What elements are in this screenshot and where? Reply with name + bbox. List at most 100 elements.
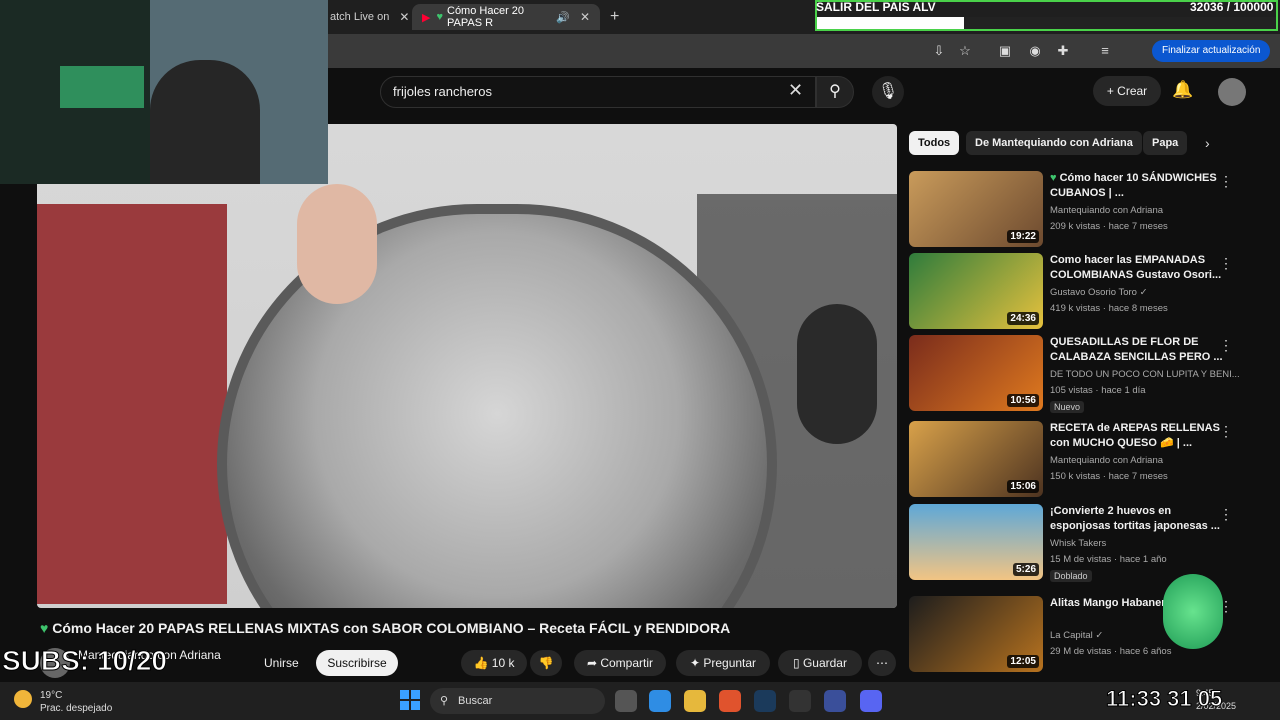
video-meat-tray	[37, 204, 227, 604]
install-app-icon[interactable]: ⇩	[930, 42, 948, 60]
extension-icon[interactable]: ▣	[996, 42, 1014, 60]
taskbar-search-label: Buscar	[458, 695, 493, 707]
duration-badge: 5:26	[1012, 563, 1039, 576]
puzzle-icon[interactable]: ✚	[1054, 42, 1072, 60]
video-finger	[297, 184, 377, 304]
kebab-menu-icon[interactable]: ⋮	[1219, 337, 1233, 354]
recommendation-meta: 105 vistas · hace 1 día	[1050, 385, 1146, 396]
speaker-icon[interactable]: 🔊	[556, 11, 570, 24]
share-icon: ➦	[586, 656, 601, 670]
kebab-menu-icon[interactable]: ⋮	[1219, 423, 1233, 440]
duration-badge: 19:22	[1007, 230, 1039, 243]
recommendation-item[interactable]: 15:06 RECETA de AREPAS RELLENAS con MUCH…	[909, 421, 1239, 499]
search-button[interactable]: ⚲	[816, 76, 854, 108]
taskbar-search[interactable]: ⚲ Buscar	[430, 688, 605, 714]
green-heart-icon: ♥	[436, 11, 443, 23]
start-tile	[411, 690, 420, 699]
app-icon[interactable]	[824, 690, 846, 712]
new-tab-button[interactable]: +	[600, 4, 629, 30]
notifications-bell-icon[interactable]: 🔔	[1172, 80, 1193, 100]
video-thumbnail[interactable]: 24:36	[909, 253, 1043, 329]
recommendation-item[interactable]: 5:26 ¡Convierte 2 huevos en esponjosas t…	[909, 504, 1239, 582]
recommendation-item[interactable]: 19:22 ♥ Cómo hacer 10 SÁNDWICHES CUBANOS…	[909, 171, 1239, 249]
extension-icon[interactable]: ◉	[1026, 42, 1044, 60]
recommendation-channel[interactable]: La Capital ✓	[1050, 630, 1103, 641]
tab-youtube-video[interactable]: ▶ ♥ Cómo Hacer 20 PAPAS R 🔊 ✕	[412, 4, 600, 30]
recommendation-meta: 150 k vistas · hace 7 meses	[1050, 471, 1168, 482]
goal-title: SALIR DEL PAIS ALV	[816, 0, 936, 14]
chrome-icon[interactable]	[649, 690, 671, 712]
video-thumbnail[interactable]: 12:05	[909, 596, 1043, 672]
plus-icon: +	[1106, 84, 1118, 98]
recommendation-title: RECETA de AREPAS RELLENAS con MUCHO QUES…	[1050, 422, 1220, 449]
chip-channel[interactable]: De Mantequiando con Adriana	[966, 131, 1142, 155]
weather-description[interactable]: Prac. despejado	[40, 703, 112, 714]
start-tile	[400, 701, 409, 710]
video-player[interactable]	[37, 124, 897, 608]
obs-icon[interactable]	[789, 690, 811, 712]
recommendation-title: ♥ Cómo hacer 10 SÁNDWICHES CUBANOS | ...	[1050, 171, 1225, 201]
goal-progress-fill	[817, 17, 964, 29]
glitter-decoration	[1163, 574, 1223, 649]
save-button[interactable]: ▯ Guardar	[778, 650, 862, 676]
green-heart-icon: ♥	[1050, 172, 1060, 184]
account-avatar[interactable]	[1218, 78, 1246, 106]
search-icon: ⚲	[440, 695, 449, 707]
recommendation-item[interactable]: 10:56 QUESADILLAS DE FLOR DE CALABAZA SE…	[909, 335, 1240, 413]
recommendation-channel[interactable]: Mantequiando con Adriana	[1050, 205, 1163, 216]
recommendation-meta: 209 k vistas · hace 7 meses	[1050, 221, 1168, 232]
file-explorer-icon[interactable]	[684, 690, 706, 712]
kebab-menu-icon[interactable]: ⋮	[1219, 506, 1233, 523]
share-button[interactable]: ➦ Compartir	[574, 650, 666, 676]
brave-icon[interactable]	[719, 690, 741, 712]
recommendation-channel[interactable]: Mantequiando con Adriana	[1050, 455, 1163, 466]
chip-papa[interactable]: Papa	[1143, 131, 1188, 155]
recommendation-item[interactable]: 24:36 Como hacer las EMPANADAS COLOMBIAN…	[909, 253, 1239, 331]
duration-badge: 10:56	[1007, 394, 1039, 407]
recommendation-channel[interactable]: Gustavo Osorio Toro ✓	[1050, 287, 1148, 298]
clear-icon[interactable]: ✕	[788, 80, 803, 101]
recommendation-channel[interactable]: Whisk Takers	[1050, 538, 1106, 549]
like-button[interactable]: 👍 10 k	[461, 650, 527, 676]
ask-button[interactable]: ✦ Preguntar	[676, 650, 770, 676]
recommendation-meta: 419 k vistas · hace 8 meses	[1050, 303, 1168, 314]
chip-all[interactable]: Todos	[909, 131, 960, 155]
weather-temperature[interactable]: 19°C	[40, 690, 62, 701]
create-button[interactable]: + Crear	[1093, 76, 1161, 106]
ask-label: Preguntar	[703, 656, 757, 670]
tab-twitch[interactable]: atch Live on ✕	[320, 4, 419, 30]
dislike-button[interactable]: 👎	[530, 650, 562, 676]
duration-badge: 15:06	[1007, 480, 1039, 493]
join-button[interactable]: Unirse	[264, 650, 299, 676]
close-icon[interactable]: ✕	[399, 10, 409, 24]
kebab-menu-icon[interactable]: ⋮	[1219, 255, 1233, 272]
discord-icon[interactable]	[860, 690, 882, 712]
tab-label: Cómo Hacer 20 PAPAS R	[447, 5, 525, 29]
close-icon[interactable]: ✕	[580, 10, 590, 24]
video-thumbnail[interactable]: 19:22	[909, 171, 1043, 247]
steam-icon[interactable]	[754, 690, 776, 712]
subscribe-button[interactable]: Suscribirse	[316, 650, 398, 676]
video-thumbnail[interactable]: 5:26	[909, 504, 1043, 580]
more-actions-button[interactable]: ⋯	[868, 650, 896, 676]
video-pot-handle	[797, 304, 877, 444]
task-view-icon[interactable]	[615, 690, 637, 712]
media-control-icon[interactable]: ≡	[1096, 42, 1114, 60]
chevron-right-icon[interactable]: ›	[1205, 135, 1210, 151]
weather-sun-icon[interactable]	[14, 690, 32, 708]
new-badge: Nuevo	[1050, 401, 1085, 413]
recommendation-channel[interactable]: DE TODO UN POCO CON LUPITA Y BENI...	[1050, 369, 1240, 380]
bookmark-star-icon[interactable]: ☆	[956, 42, 974, 60]
bookmark-icon: ▯	[793, 656, 803, 670]
youtube-favicon-icon: ▶	[422, 11, 431, 24]
kebab-menu-icon[interactable]: ⋮	[1219, 173, 1233, 190]
recommendation-title: ¡Convierte 2 huevos en esponjosas tortit…	[1050, 505, 1220, 532]
duration-badge: 24:36	[1007, 312, 1039, 325]
video-thumbnail[interactable]: 15:06	[909, 421, 1043, 497]
update-button[interactable]: Finalizar actualización	[1152, 40, 1271, 62]
create-label: Crear	[1117, 84, 1148, 98]
voice-search-button[interactable]: 🎙	[872, 76, 904, 108]
windows-start-icon[interactable]	[400, 690, 420, 710]
video-thumbnail[interactable]: 10:56	[909, 335, 1043, 411]
recommendation-meta: 15 M de vistas · hace 1 año	[1050, 554, 1167, 565]
